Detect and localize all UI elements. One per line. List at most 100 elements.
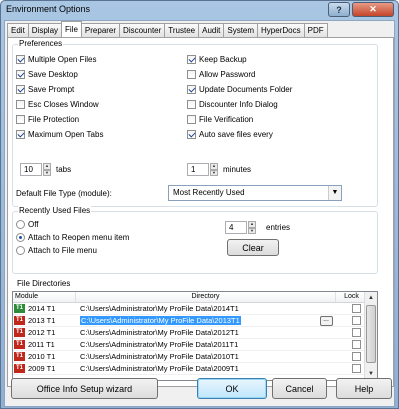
directory-path[interactable]: C:\Users\Administrator\My ProFile Data\2… xyxy=(80,316,241,325)
directory-path[interactable]: C:\Users\Administrator\My ProFile Data\2… xyxy=(80,352,239,361)
title-close-button[interactable]: ✕ xyxy=(352,2,394,17)
spin-down-icon[interactable]: ▼ xyxy=(248,227,256,234)
directory-cell[interactable]: C:\Users\Administrator\My ProFile Data\2… xyxy=(76,328,316,337)
directory-cell[interactable]: C:\Users\Administrator\My ProFile Data\2… xyxy=(76,340,316,349)
checkbox-box[interactable] xyxy=(187,114,196,124)
checkbox-auto-save-files-every[interactable]: Auto save files every xyxy=(187,128,273,140)
radio-button[interactable] xyxy=(16,245,25,255)
lock-checkbox[interactable] xyxy=(351,328,361,337)
directory-path[interactable]: C:\Users\Administrator\My ProFile Data\2… xyxy=(80,340,238,349)
scroll-thumb[interactable] xyxy=(366,305,376,363)
help-button[interactable]: Help xyxy=(336,378,392,399)
tab-file[interactable]: File xyxy=(61,21,82,37)
checkbox-box[interactable] xyxy=(187,54,196,64)
spin-down-icon[interactable]: ▼ xyxy=(210,169,218,176)
radio-off[interactable]: Off xyxy=(16,218,39,230)
checkbox-box[interactable] xyxy=(16,114,25,124)
spin-down-icon[interactable]: ▼ xyxy=(43,169,51,176)
preferences-legend: Preferences xyxy=(18,39,64,48)
directory-column-header[interactable]: Directory xyxy=(76,292,336,302)
checkbox-update-documents-folder[interactable]: Update Documents Folder xyxy=(187,83,292,95)
checkbox-file-verification[interactable]: File Verification xyxy=(187,113,253,125)
t1-module-icon: T1 xyxy=(14,328,25,337)
lock-checkbox[interactable] xyxy=(351,340,361,349)
checkbox-discounter-info-dialog[interactable]: Discounter Info Dialog xyxy=(187,98,278,110)
auto-save-spin-buttons[interactable]: ▲ ▼ xyxy=(210,163,218,176)
table-row[interactable]: T1 2011 T1 C:\Users\Administrator\My ProFi… xyxy=(13,339,377,351)
radio-button[interactable] xyxy=(16,219,25,229)
recent-entries-value[interactable]: 4 xyxy=(225,221,247,234)
grid-vertical-scrollbar[interactable]: ▲ ▼ xyxy=(364,292,377,380)
checkbox-allow-password[interactable]: Allow Password xyxy=(187,68,255,80)
title-bar[interactable]: Environment Options ? ✕ xyxy=(1,1,398,19)
cancel-button[interactable]: Cancel xyxy=(272,378,327,399)
directory-path[interactable]: C:\Users\Administrator\My ProFile Data\2… xyxy=(80,304,239,313)
tab-discounter[interactable]: Discounter xyxy=(119,23,166,37)
tab-system[interactable]: System xyxy=(223,23,259,37)
max-tabs-spinner[interactable]: 10 ▲ ▼ tabs xyxy=(20,163,71,176)
module-column-header[interactable]: Module xyxy=(13,292,76,302)
table-row[interactable]: T1 2014 T1 C:\Users\Administrator\My ProFi… xyxy=(13,303,377,315)
title-help-button[interactable]: ? xyxy=(328,2,350,17)
checkbox-box[interactable] xyxy=(16,129,25,139)
scroll-up-icon[interactable]: ▲ xyxy=(365,292,377,304)
tab-hyperdocs[interactable]: HyperDocs xyxy=(257,23,305,37)
table-row[interactable]: T1 2013 T1 C:\Users\Administrator\My ProFi… xyxy=(13,315,377,327)
chevron-down-icon[interactable]: ▼ xyxy=(328,186,341,200)
radio-attach-to-file-menu[interactable]: Attach to File menu xyxy=(16,244,97,256)
default-file-type-select[interactable]: Most Recently Used ▼ xyxy=(168,185,342,201)
checkbox-maximum-open-tabs[interactable]: Maximum Open Tabs xyxy=(16,128,103,140)
directory-cell[interactable]: C:\Users\Administrator\My ProFile Data\2… xyxy=(76,352,316,361)
max-tabs-value[interactable]: 10 xyxy=(20,163,42,176)
tab-edit[interactable]: Edit xyxy=(7,23,29,37)
checkbox-box[interactable] xyxy=(16,99,25,109)
ok-button[interactable]: OK xyxy=(197,378,267,399)
radio-attach-to-reopen-menu-item[interactable]: Attach to Reopen menu item xyxy=(16,231,129,243)
checkbox-keep-backup[interactable]: Keep Backup xyxy=(187,53,247,65)
auto-save-unit: minutes xyxy=(223,165,252,174)
checkbox-esc-closes-window[interactable]: Esc Closes Window xyxy=(16,98,99,110)
office-info-setup-wizard-button[interactable]: Office Info Setup wizard xyxy=(11,378,158,399)
table-row[interactable]: T1 2010 T1 C:\Users\Administrator\My ProFi… xyxy=(13,351,377,363)
lock-checkbox[interactable] xyxy=(351,316,361,325)
browse-button[interactable]: ... xyxy=(319,315,333,326)
directory-cell[interactable]: C:\Users\Administrator\My ProFile Data\2… xyxy=(76,364,316,373)
max-tabs-spin-buttons[interactable]: ▲ ▼ xyxy=(43,163,51,176)
tab-preparer[interactable]: Preparer xyxy=(80,23,121,37)
tab-pdf[interactable]: PDF xyxy=(303,23,328,37)
checkbox-multiple-open-files[interactable]: Multiple Open Files xyxy=(16,53,96,65)
radio-button[interactable] xyxy=(16,232,25,242)
auto-save-spinner[interactable]: 1 ▲ ▼ minutes xyxy=(187,163,251,176)
directory-path[interactable]: C:\Users\Administrator\My ProFile Data\2… xyxy=(80,364,239,373)
checkbox-box[interactable] xyxy=(187,129,196,139)
lock-checkbox[interactable] xyxy=(351,352,361,361)
lock-column-header[interactable]: Lock xyxy=(336,292,366,302)
auto-save-minutes-value[interactable]: 1 xyxy=(187,163,209,176)
clear-button[interactable]: Clear xyxy=(227,239,279,256)
checkbox-box[interactable] xyxy=(16,54,25,64)
checkbox-box[interactable] xyxy=(187,69,196,79)
checkbox-save-prompt[interactable]: Save Prompt xyxy=(16,83,74,95)
checkbox-box[interactable] xyxy=(16,84,25,94)
recent-entries-spin-buttons[interactable]: ▲ ▼ xyxy=(248,221,256,234)
tab-display[interactable]: Display xyxy=(27,23,63,37)
tab-trustee[interactable]: Trustee xyxy=(164,23,200,37)
checkbox-box[interactable] xyxy=(187,99,196,109)
table-row[interactable]: T1 2009 T1 C:\Users\Administrator\My ProFi… xyxy=(13,363,377,375)
directory-cell[interactable]: C:\Users\Administrator\My ProFile Data\2… xyxy=(76,316,316,325)
checkbox-file-protection[interactable]: File Protection xyxy=(16,113,79,125)
directory-path[interactable]: C:\Users\Administrator\My ProFile Data\2… xyxy=(80,328,239,337)
checkbox-box[interactable] xyxy=(16,69,25,79)
directory-cell[interactable]: C:\Users\Administrator\My ProFile Data\2… xyxy=(76,304,316,313)
checkbox-label: File Protection xyxy=(28,114,80,124)
lock-checkbox[interactable] xyxy=(351,364,361,373)
checkbox-box[interactable] xyxy=(187,84,196,94)
radio-label: Attach to Reopen menu item xyxy=(28,232,130,242)
lock-checkbox[interactable] xyxy=(351,304,361,313)
checkbox-save-desktop[interactable]: Save Desktop xyxy=(16,68,78,80)
recent-entries-spinner[interactable]: 4 ▲ ▼ entries xyxy=(225,221,290,234)
table-row[interactable]: T1 2012 T1 C:\Users\Administrator\My ProFi… xyxy=(13,327,377,339)
checkbox-label: File Verification xyxy=(199,114,254,124)
tab-audit[interactable]: Audit xyxy=(198,23,225,37)
window-title: Environment Options xyxy=(6,4,91,14)
